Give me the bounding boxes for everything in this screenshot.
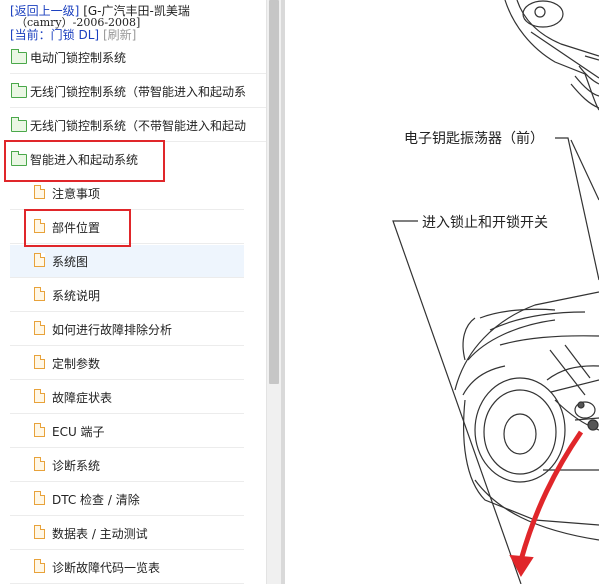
- document-view: 电子钥匙振荡器（前） 进入锁止和开锁开关: [285, 0, 599, 584]
- callout-entry-switch: 进入锁止和开锁开关: [422, 215, 548, 231]
- tree-page-customize[interactable]: 定制参数: [10, 347, 244, 380]
- tree-folder-wireless-with-smart[interactable]: 无线门锁控制系统（带智能进入和起动系: [10, 75, 266, 108]
- page-icon: [34, 287, 45, 301]
- highlight-box-parts-location: [24, 209, 131, 247]
- tree-page-symptom-table[interactable]: 故障症状表: [10, 381, 244, 414]
- page-icon: [34, 321, 45, 335]
- page-icon: [34, 525, 45, 539]
- scrollbar-thumb[interactable]: [269, 0, 279, 384]
- tree-page-dtc-chart[interactable]: 诊断故障代码一览表: [10, 551, 244, 584]
- current-link[interactable]: [当前：门锁 DL]: [10, 28, 99, 42]
- tree-page-data-list[interactable]: 数据表 / 主动测试: [10, 517, 244, 550]
- callout-front-oscillator: 电子钥匙振荡器（前）: [404, 131, 544, 147]
- refresh-link[interactable]: [刷新]: [103, 28, 136, 42]
- page-icon: [34, 355, 45, 369]
- tree-page-ecu-terminals[interactable]: ECU 端子: [10, 415, 244, 448]
- page-icon: [34, 423, 45, 437]
- page-icon: [34, 457, 45, 471]
- vehicle-illustration: [392, 0, 599, 584]
- page-icon: [34, 559, 45, 573]
- folder-icon: [11, 83, 27, 98]
- tree-panel: [返回上一级] [G-广汽丰田-凯美瑞 （camry）-2006-2008] […: [0, 0, 266, 584]
- tree-folder-power-door-lock[interactable]: 电动门锁控制系统: [10, 41, 266, 74]
- tree-page-system-diagram[interactable]: 系统图: [10, 245, 244, 278]
- page-icon: [34, 185, 45, 199]
- tree-scrollbar[interactable]: [266, 0, 281, 584]
- folder-icon: [11, 49, 27, 64]
- tree-page-dtc-check[interactable]: DTC 检查 / 清除: [10, 483, 244, 516]
- page-icon: [34, 491, 45, 505]
- folder-icon: [11, 117, 27, 132]
- tree-folder-wireless-without-smart[interactable]: 无线门锁控制系统（不带智能进入和起动: [10, 109, 266, 142]
- tree-page-diagnosis-system[interactable]: 诊断系统: [10, 449, 244, 482]
- highlight-box-smart-entry: [4, 140, 165, 182]
- tree-page-troubleshooting[interactable]: 如何进行故障排除分析: [10, 313, 244, 346]
- page-icon: [34, 253, 45, 267]
- page-icon: [34, 389, 45, 403]
- tree-page-system-description[interactable]: 系统说明: [10, 279, 244, 312]
